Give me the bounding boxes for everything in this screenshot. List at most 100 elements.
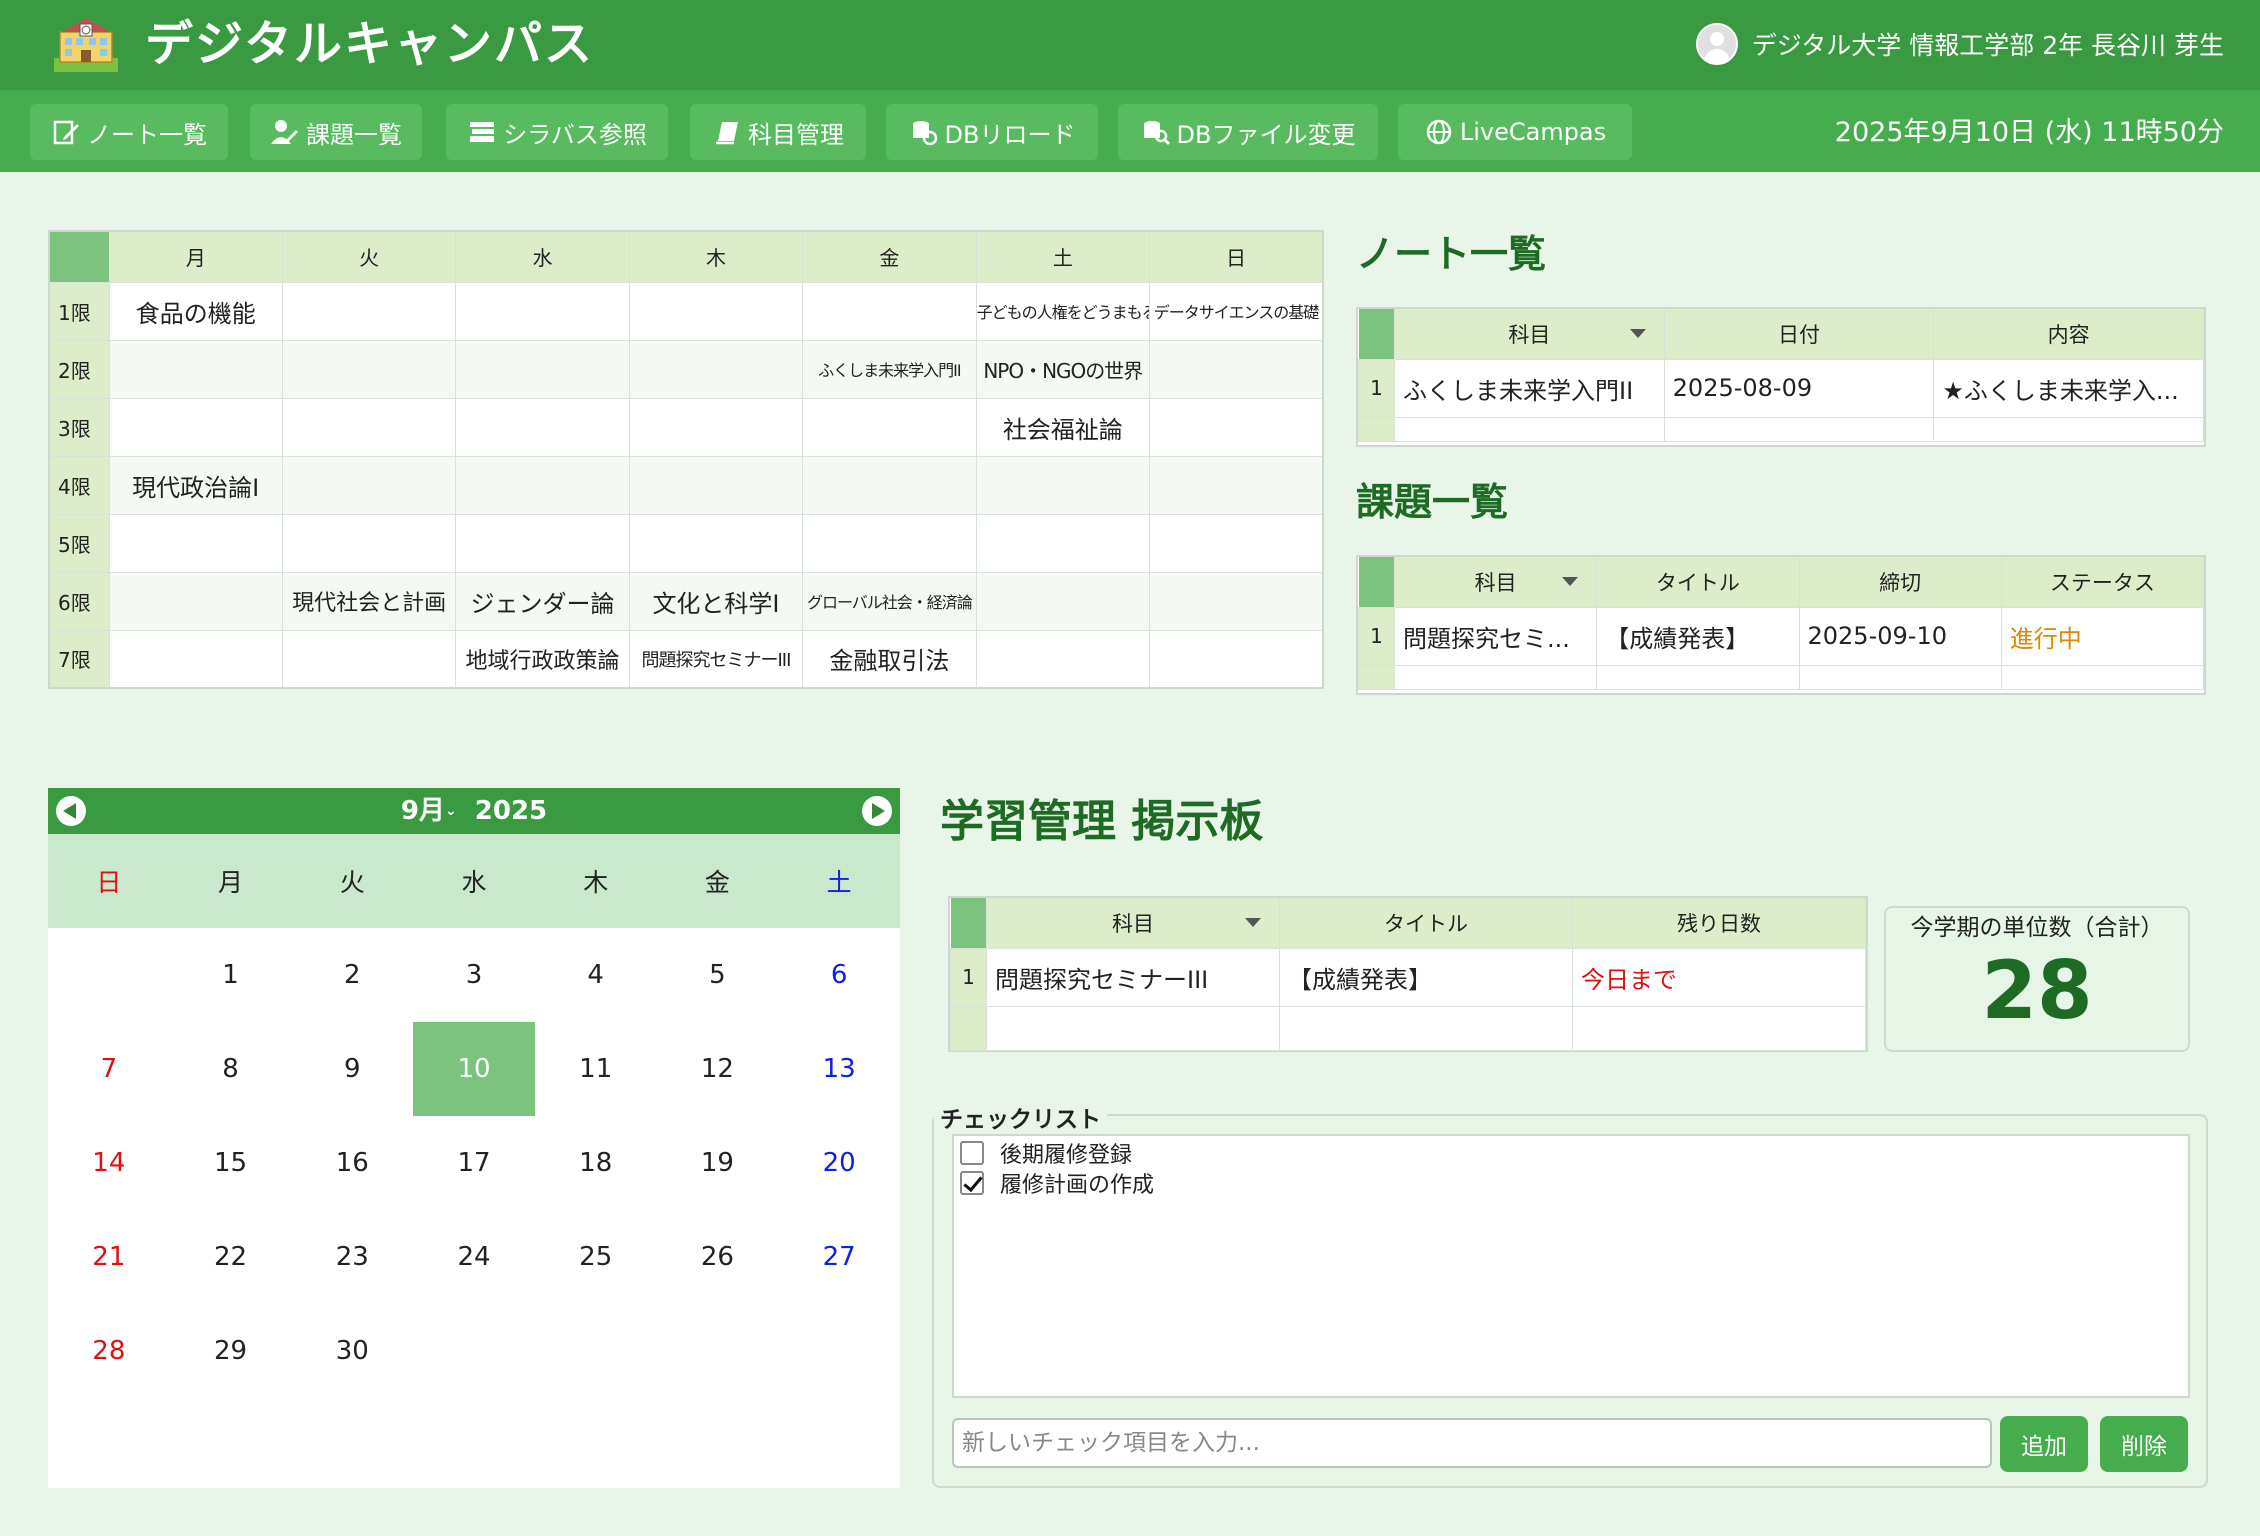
calendar-day[interactable]: 25 (535, 1210, 657, 1304)
calendar-day[interactable]: 13 (778, 1022, 900, 1116)
timetable-cell[interactable] (455, 339, 630, 399)
task-title[interactable]: 【成績発表】 (1596, 606, 1800, 666)
task-subject[interactable]: 問題探究セミ... (1393, 606, 1598, 666)
table-row[interactable]: 1 ふくしま未来学入門II 2025-08-09 ★ふくしま未来学入... (1358, 358, 2204, 418)
timetable-cell[interactable] (1149, 571, 1324, 631)
timetable-cell[interactable] (628, 455, 804, 515)
timetable-cell[interactable]: NPO・NGOの世界 (975, 339, 1151, 399)
timetable-cell[interactable] (281, 281, 457, 341)
timetable-cell[interactable] (628, 339, 804, 399)
calendar-day[interactable]: 15 (170, 1116, 292, 1210)
calendar-day[interactable]: 19 (657, 1116, 779, 1210)
timetable-cell[interactable] (281, 397, 457, 457)
delete-button[interactable]: 削除 (2100, 1416, 2188, 1472)
tasks-col-subject[interactable]: 科目 (1394, 557, 1598, 607)
calendar-day[interactable]: 26 (657, 1210, 779, 1304)
board-remaining[interactable]: 今日まで (1572, 947, 1866, 1007)
timetable-cell[interactable] (802, 513, 977, 573)
calendar-day[interactable]: 12 (657, 1022, 779, 1116)
calendar-day[interactable]: 6 (778, 928, 900, 1022)
nav-syllabus-button[interactable]: シラバス参照 (446, 104, 668, 160)
add-button[interactable]: 追加 (2000, 1416, 2088, 1472)
nav-db-change-button[interactable]: DBファイル変更 (1118, 104, 1378, 160)
timetable-cell[interactable]: 社会福祉論 (975, 397, 1151, 457)
calendar-day[interactable]: 11 (535, 1022, 657, 1116)
calendar-month[interactable]: 9月 (401, 796, 445, 826)
tasks-col-deadline[interactable]: 締切 (1799, 557, 2002, 607)
timetable-cell[interactable] (975, 513, 1151, 573)
calendar-day[interactable]: 21 (48, 1210, 170, 1304)
timetable-cell[interactable] (1149, 455, 1324, 515)
notes-col-content[interactable]: 内容 (1933, 309, 2204, 359)
timetable-cell[interactable]: 金融取引法 (802, 629, 977, 689)
timetable-cell[interactable] (975, 455, 1151, 515)
calendar-day[interactable]: 4 (535, 928, 657, 1022)
timetable-cell[interactable] (281, 339, 457, 399)
calendar-year[interactable]: 2025 (475, 796, 547, 826)
timetable-cell[interactable] (108, 513, 283, 573)
timetable-cell[interactable] (802, 455, 977, 515)
timetable-cell[interactable]: ふくしま未来学入門II (802, 339, 977, 399)
calendar-day-today[interactable]: 10 (413, 1022, 535, 1116)
timetable-cell[interactable] (975, 571, 1151, 631)
tasks-col-status[interactable]: ステータス (2001, 557, 2205, 607)
board-subject[interactable]: 問題探究セミナーIII (986, 947, 1280, 1007)
nav-tasks-button[interactable]: 課題一覧 (250, 104, 422, 160)
timetable-cell[interactable]: 文化と科学I (628, 571, 804, 631)
timetable-cell[interactable] (281, 513, 457, 573)
table-row[interactable]: 1 問題探究セミ... 【成績発表】 2025-09-10 進行中 (1358, 606, 2205, 666)
calendar-day[interactable]: 28 (48, 1304, 170, 1398)
next-month-arrow-icon[interactable] (862, 796, 892, 826)
timetable-cell[interactable]: データサイエンスの基礎 (1149, 281, 1324, 341)
calendar-day[interactable]: 20 (778, 1116, 900, 1210)
calendar-day[interactable]: 18 (535, 1116, 657, 1210)
timetable-cell[interactable] (108, 339, 283, 399)
calendar-day[interactable]: 24 (413, 1210, 535, 1304)
calendar-day[interactable]: 22 (170, 1210, 292, 1304)
board-col-remaining[interactable]: 残り日数 (1572, 898, 1866, 948)
calendar-day[interactable]: 29 (170, 1304, 292, 1398)
timetable-cell[interactable] (802, 281, 977, 341)
board-col-subject[interactable]: 科目 (986, 898, 1280, 948)
calendar-day[interactable]: 23 (291, 1210, 413, 1304)
timetable-cell[interactable]: 子どもの人権をどうまもるか (975, 281, 1151, 341)
timetable-cell[interactable] (108, 397, 283, 457)
calendar-day[interactable]: 8 (170, 1022, 292, 1116)
timetable-cell[interactable] (628, 397, 804, 457)
timetable-cell[interactable]: 地域行政政策論 (455, 629, 630, 689)
sort-down-icon[interactable] (1245, 918, 1261, 927)
nav-db-reload-button[interactable]: DBリロード (886, 104, 1098, 160)
note-date[interactable]: 2025-08-09 (1663, 358, 1935, 418)
timetable-cell[interactable]: ジェンダー論 (455, 571, 630, 631)
checkbox-checked[interactable] (960, 1171, 984, 1195)
timetable-cell[interactable] (802, 397, 977, 457)
task-deadline[interactable]: 2025-09-10 (1798, 606, 2002, 666)
timetable-cell[interactable] (1149, 339, 1324, 399)
timetable-cell[interactable] (455, 397, 630, 457)
nav-notes-button[interactable]: ノート一覧 (30, 104, 228, 160)
calendar-day[interactable]: 9 (291, 1022, 413, 1116)
calendar-day[interactable]: 7 (48, 1022, 170, 1116)
note-content[interactable]: ★ふくしま未来学入... (1933, 358, 2204, 418)
calendar-day[interactable]: 16 (291, 1116, 413, 1210)
calendar-day[interactable]: 2 (291, 928, 413, 1022)
calendar-day[interactable]: 30 (291, 1304, 413, 1398)
board-task-title[interactable]: 【成績発表】 (1279, 947, 1573, 1007)
tasks-col-title[interactable]: タイトル (1596, 557, 1800, 607)
timetable-cell[interactable] (628, 513, 804, 573)
timetable-cell[interactable] (628, 281, 804, 341)
calendar-day[interactable]: 5 (657, 928, 779, 1022)
nav-livecampas-button[interactable]: LiveCampas (1398, 104, 1632, 160)
timetable-cell[interactable] (455, 455, 630, 515)
board-col-title[interactable]: タイトル (1279, 898, 1573, 948)
timetable-cell[interactable] (1149, 397, 1324, 457)
month-dropdown-icon[interactable]: ⌄ (445, 803, 457, 819)
checklist-item[interactable]: 履修計画の作成 (960, 1168, 2182, 1198)
new-check-item-input[interactable] (952, 1418, 1992, 1468)
notes-col-subject[interactable]: 科目 (1394, 309, 1665, 359)
checklist-item[interactable]: 後期履修登録 (960, 1138, 2182, 1168)
timetable-cell[interactable] (455, 281, 630, 341)
timetable-cell[interactable] (1149, 513, 1324, 573)
timetable-cell[interactable]: 問題探究セミナーIII (628, 629, 804, 689)
task-status[interactable]: 進行中 (2000, 606, 2205, 666)
